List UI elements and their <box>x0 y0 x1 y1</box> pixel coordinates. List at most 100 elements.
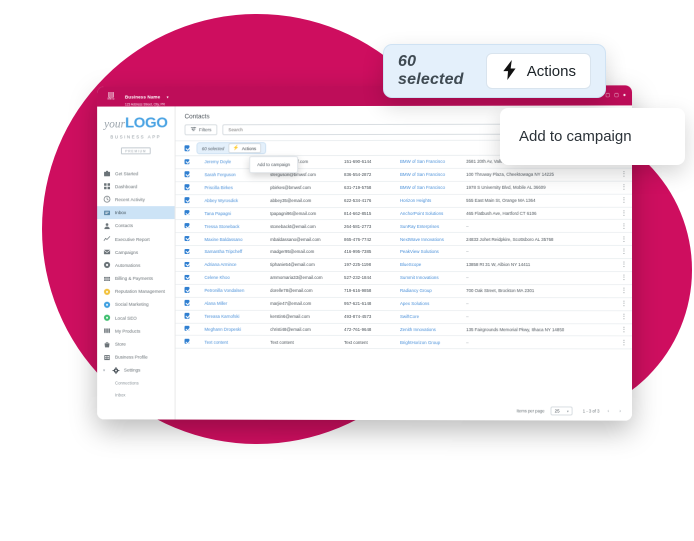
row-checkbox[interactable] <box>175 258 203 272</box>
notifications-icon[interactable]: ▢ <box>605 92 610 98</box>
row-checkbox[interactable] <box>175 181 203 195</box>
checkbox-checked-icon[interactable] <box>184 210 190 216</box>
checkbox-checked-icon[interactable] <box>184 184 190 190</box>
row-checkbox[interactable] <box>175 168 203 182</box>
checkbox-checked-icon[interactable] <box>184 325 190 332</box>
checkbox-checked-icon[interactable] <box>184 248 190 255</box>
table-row[interactable]: Meghann Dropeski christi48@email.com 472-7… <box>175 322 633 337</box>
checkbox-checked-icon[interactable] <box>184 274 190 280</box>
sidebar-item-business-profile[interactable]: Business Profile <box>97 351 174 364</box>
sidebar-item-get-started[interactable]: Get Started <box>97 167 174 180</box>
filters-button[interactable]: Filters <box>184 124 218 136</box>
prev-page-button[interactable]: ‹ <box>605 408 611 414</box>
row-checkbox[interactable] <box>175 297 203 311</box>
sidebar-item-local-seo[interactable]: Local SEO <box>97 311 174 324</box>
kebab-menu-icon[interactable]: ⋮ <box>621 198 627 204</box>
actions-button[interactable]: ⚡ Actions <box>228 143 262 153</box>
select-all-checkbox[interactable] <box>184 145 190 151</box>
sidebar-item-social-marketing[interactable]: Social Marketing <box>97 298 174 311</box>
row-menu-button[interactable]: ⋮ <box>615 219 633 233</box>
row-menu-button[interactable]: ⋮ <box>615 180 633 194</box>
next-page-button[interactable]: › <box>617 408 623 414</box>
overlay-actions-button[interactable]: Actions <box>485 53 591 89</box>
sidebar-item-executive-report[interactable]: Executive Report <box>97 232 174 245</box>
row-checkbox[interactable] <box>175 322 203 336</box>
row-menu-button[interactable]: ⋮ <box>615 323 633 337</box>
row-menu-button[interactable]: ⋮ <box>615 310 633 324</box>
table-row[interactable]: Abbey Wyrosdick abbey35@email.com 622-534-… <box>175 193 633 208</box>
checkbox-checked-icon[interactable] <box>184 197 190 203</box>
sidebar-item-campaigns[interactable]: Campaigns <box>97 246 174 259</box>
kebab-menu-icon[interactable]: ⋮ <box>621 211 627 217</box>
kebab-menu-icon[interactable]: ⋮ <box>621 314 627 320</box>
table-row[interactable]: Celene Khoo ammomaria33@email.com 527-232-… <box>175 271 633 285</box>
checkbox-checked-icon[interactable] <box>184 171 190 177</box>
kebab-menu-icon[interactable]: ⋮ <box>621 249 627 255</box>
row-checkbox[interactable] <box>175 284 203 298</box>
sidebar-item-store[interactable]: Store <box>97 338 174 351</box>
items-per-page-select[interactable]: 25 ▾ <box>550 406 573 416</box>
row-menu-button[interactable]: ⋮ <box>615 284 633 298</box>
kebab-menu-icon[interactable]: ⋮ <box>621 224 627 230</box>
row-checkbox[interactable] <box>175 232 203 246</box>
help-icon[interactable]: ▢ <box>614 92 619 98</box>
menu-button[interactable]: ▤ Menu <box>103 92 119 102</box>
checkbox-checked-icon[interactable] <box>184 300 190 306</box>
kebab-menu-icon[interactable]: ⋮ <box>621 301 627 307</box>
sidebar-item-contacts[interactable]: Contacts <box>97 219 174 232</box>
avatar[interactable]: ● <box>623 92 626 98</box>
row-checkbox[interactable] <box>175 335 203 349</box>
row-menu-button[interactable]: ⋮ <box>615 193 633 207</box>
row-menu-button[interactable]: ⋮ <box>615 297 633 311</box>
table-row[interactable]: Maxine Baldassano mbaldassano@email.com 86… <box>175 232 633 246</box>
checkbox-checked-icon[interactable] <box>184 261 190 267</box>
row-menu-button[interactable]: ⋮ <box>615 206 633 220</box>
sidebar-item-settings[interactable]: ▾ Settings <box>97 364 174 377</box>
kebab-menu-icon[interactable]: ⋮ <box>621 288 627 294</box>
row-checkbox[interactable] <box>175 245 203 259</box>
row-menu-button[interactable]: ⋮ <box>615 271 633 285</box>
table-row[interactable]: Alana Miller marjie47@email.com 957-621-61… <box>175 297 633 311</box>
kebab-menu-icon[interactable]: ⋮ <box>621 275 627 281</box>
kebab-menu-icon[interactable]: ⋮ <box>621 172 627 178</box>
table-row[interactable]: Priscilla Birkes pbirkes@bmwsf.com 631-719… <box>175 180 633 195</box>
table-row[interactable]: Tressa Stoneback stonebackt@email.com 264-… <box>175 219 633 233</box>
kebab-menu-icon[interactable]: ⋮ <box>621 236 627 242</box>
sidebar-subitem-connections[interactable]: Connections <box>97 377 174 389</box>
kebab-menu-icon[interactable]: ⋮ <box>621 327 627 333</box>
row-checkbox[interactable] <box>175 271 203 285</box>
row-checkbox[interactable] <box>175 220 203 233</box>
row-checkbox[interactable] <box>175 156 203 169</box>
table-row[interactable]: Samantha Tripcheff madger95@email.com 416-… <box>175 245 633 259</box>
table-row[interactable]: Text content Text content Text content Brig… <box>175 335 633 350</box>
sidebar-subitem-inbox[interactable]: Inbox <box>97 389 174 401</box>
sidebar-item-automations[interactable]: Automations <box>97 259 174 272</box>
checkbox-checked-icon[interactable] <box>184 338 190 345</box>
row-checkbox[interactable] <box>175 207 203 221</box>
table-row[interactable]: Tereasa Karnofski kerstin6@email.com 493-8… <box>175 310 633 324</box>
checkbox-checked-icon[interactable] <box>184 158 190 165</box>
row-menu-button[interactable]: ⋮ <box>615 232 633 246</box>
checkbox-checked-icon[interactable] <box>184 235 190 242</box>
sidebar-item-billing-payments[interactable]: Billing & Payments <box>97 272 174 285</box>
sidebar-item-recent-activity[interactable]: Recent Activity <box>97 193 174 206</box>
table-row[interactable]: Petronilla Vondalsen dorelle78@email.com 7… <box>175 284 633 298</box>
table-row[interactable]: Adriana Armince tiphanie54@email.com 197-2… <box>175 258 633 272</box>
kebab-menu-icon[interactable]: ⋮ <box>621 340 627 346</box>
sidebar-item-dashboard[interactable]: Dashboard <box>97 180 174 193</box>
kebab-menu-icon[interactable]: ⋮ <box>621 262 627 268</box>
checkbox-checked-icon[interactable] <box>184 313 190 319</box>
row-menu-button[interactable]: ⋮ <box>615 336 633 350</box>
row-menu-button[interactable]: ⋮ <box>615 245 633 259</box>
business-selector[interactable]: Business Name ▾ 123 Address Street, City… <box>125 85 169 107</box>
sidebar-item-my-products[interactable]: My Products <box>97 324 174 337</box>
table-row[interactable]: Sarah Ferguson sferguson@bmwsf.com 836-554… <box>175 168 633 182</box>
sidebar-item-inbox[interactable]: Inbox <box>97 206 175 220</box>
row-menu-button[interactable]: ⋮ <box>615 168 633 182</box>
row-checkbox[interactable] <box>175 194 203 208</box>
menu-item-add-to-campaign[interactable]: Add to campaign <box>257 162 290 167</box>
table-row[interactable]: Tana Papagni tpapagni96@email.com 814-662-… <box>175 206 633 221</box>
sidebar-item-reputation-management[interactable]: Reputation Management <box>97 285 174 298</box>
kebab-menu-icon[interactable]: ⋮ <box>621 185 627 191</box>
checkbox-checked-icon[interactable] <box>184 223 190 229</box>
